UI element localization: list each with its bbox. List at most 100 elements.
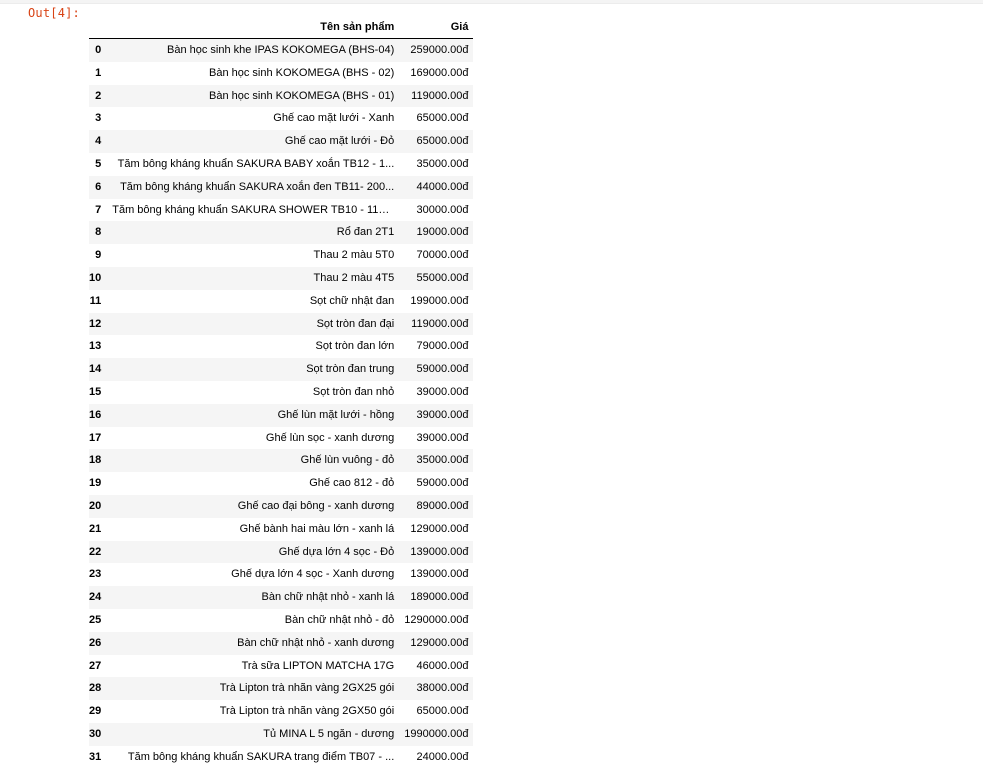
product-name-cell: Bàn chữ nhật nhỏ - đỏ — [284, 613, 395, 626]
product-name-cell: Ghế bành hai màu lớn - xanh lá — [239, 522, 395, 535]
price-cell: 139000.00đ — [410, 545, 469, 558]
table-row: 1 Bàn học sinh KOKOMEGA (BHS - 02) 169000.… — [89, 61, 474, 85]
table-row: 21 Ghế bành hai màu lớn - xanh lá 129000.0… — [89, 517, 474, 541]
row-index: 26 — [89, 636, 102, 649]
table-row: 14 Sọt tròn đan trung 59000.00đ — [89, 358, 474, 381]
table-row: 5 Tăm bông kháng khuẩn SAKURA BABY xoắn T… — [89, 152, 474, 176]
product-name-cell: Ghế cao 812 - đỏ — [309, 477, 395, 490]
product-name-cell: Trà Lipton trà nhãn vàng 2GX50 gói — [219, 705, 395, 718]
price-cell: 39000.00đ — [416, 408, 469, 421]
table-row: 26 Bàn chữ nhật nhỏ - xanh dương 129000.00… — [89, 631, 474, 655]
price-cell: 55000.00đ — [416, 271, 469, 284]
column-header-name: Tên sản phẩm — [107, 16, 400, 39]
row-index: 23 — [89, 568, 102, 581]
table-row: 13 Sọt tròn đan lớn 79000.00đ — [89, 335, 474, 359]
product-name-cell: Rổ đan 2T1 — [336, 226, 395, 239]
row-index: 31 — [89, 750, 102, 763]
table-row: 10 Thau 2 màu 4T5 55000.00đ — [89, 266, 474, 290]
product-name-cell: Tăm bông kháng khuẩn SAKURA BABY xoắn TB… — [117, 157, 395, 170]
table-row: 29 Trà Lipton trà nhãn vàng 2GX50 gói 6500… — [89, 700, 474, 723]
product-name-cell: Bàn chữ nhật nhỏ - xanh lá — [261, 591, 395, 604]
product-name-cell: Sọt tròn đan lớn — [315, 340, 395, 353]
product-name-cell: Thau 2 màu 5T0 — [313, 249, 395, 262]
row-index: 19 — [89, 477, 102, 490]
index-header — [89, 16, 108, 39]
price-cell: 44000.00đ — [416, 180, 469, 193]
table-row: 17 Ghế lùn sọc - xanh dương 39000.00đ — [89, 426, 474, 450]
row-index: 17 — [89, 431, 102, 444]
table-row: 6 Tăm bông kháng khuẩn SAKURA xoắn đen TB… — [89, 175, 474, 199]
price-cell: 65000.00đ — [416, 112, 469, 125]
row-index: 11 — [89, 294, 102, 307]
table-row: 9 Thau 2 màu 5T0 70000.00đ — [89, 244, 474, 267]
row-index: 3 — [95, 112, 102, 125]
row-index: 5 — [95, 157, 102, 170]
price-cell: 139000.00đ — [410, 568, 469, 581]
row-index: 1 — [95, 66, 102, 79]
product-name-cell: Thau 2 màu 4T5 — [313, 271, 395, 284]
table-row: 28 Trà Lipton trà nhãn vàng 2GX25 gói 3800… — [89, 677, 474, 701]
row-index: 24 — [89, 591, 102, 604]
price-cell: 189000.00đ — [410, 591, 469, 604]
row-index: 6 — [95, 180, 102, 193]
product-name-cell: Bàn học sinh khe IPAS KOKOMEGA (BHS-04) — [167, 44, 395, 56]
product-name-cell: Ghế cao mặt lưới - Xanh — [273, 112, 395, 125]
table-row: 7 Tăm bông kháng khuẩn SAKURA SHOWER TB10… — [89, 198, 474, 222]
table-row: 20 Ghế cao đại bông - xanh dương 89000.00đ — [89, 494, 474, 518]
row-index: 15 — [89, 385, 102, 398]
table-row: 12 Sọt tròn đan đại 119000.00đ — [89, 312, 474, 336]
product-name-cell: Trà sữa LIPTON MATCHA 17G — [241, 659, 395, 672]
price-cell: 79000.00đ — [416, 340, 469, 353]
price-cell: 39000.00đ — [416, 431, 469, 444]
table-row: 8 Rổ đan 2T1 19000.00đ — [89, 221, 474, 245]
row-index: 14 — [89, 363, 102, 376]
table-row: 30 Tủ MINA L 5 ngăn - dương 1990000.00đ — [89, 722, 474, 746]
price-cell: 199000.00đ — [410, 294, 469, 307]
product-name-cell: Bàn học sinh KOKOMEGA (BHS - 01) — [209, 89, 395, 102]
row-index: 9 — [95, 249, 102, 262]
product-name-cell: Sọt tròn đan nhỏ — [312, 385, 395, 398]
product-name-cell: Bàn học sinh KOKOMEGA (BHS - 02) — [209, 66, 395, 79]
table-row: 0 Bàn học sinh khe IPAS KOKOMEGA (BHS-04)… — [89, 38, 474, 62]
cell-output-area[interactable]: Tên sản phẩm Giá 0 Bàn học sinh khe IPAS … — [89, 16, 474, 769]
price-cell: 38000.00đ — [416, 682, 469, 695]
table-row: 15 Sọt tròn đan nhỏ 39000.00đ — [89, 380, 474, 404]
table-body: 0 Bàn học sinh khe IPAS KOKOMEGA (BHS-04)… — [89, 38, 474, 769]
product-name-cell: Trà Lipton trà nhãn vàng 2GX25 gói — [219, 682, 395, 695]
product-name-cell: Tăm bông kháng khuẩn SAKURA trang điểm T… — [127, 750, 395, 763]
table-row: 24 Bàn chữ nhật nhỏ - xanh lá 189000.00đ — [89, 586, 474, 609]
product-name-cell: Ghế cao mặt lưới - Đỏ — [284, 135, 395, 148]
row-index: 20 — [89, 499, 102, 512]
table-row: 18 Ghế lùn vuông - đỏ 35000.00đ — [89, 449, 474, 473]
row-index: 22 — [89, 545, 102, 558]
product-name-cell: Sọt tròn đan trung — [306, 363, 395, 376]
row-index: 12 — [89, 317, 102, 330]
row-index: 8 — [95, 226, 102, 239]
product-name-cell: Ghế dựa lớn 4 sọc - Đỏ — [278, 545, 395, 558]
row-index: 0 — [95, 44, 102, 56]
table-row: 4 Ghế cao mặt lưới - Đỏ 65000.00đ — [89, 130, 474, 153]
price-cell: 119000.00đ — [411, 89, 469, 102]
row-index: 16 — [89, 408, 102, 421]
row-index: 10 — [89, 271, 102, 284]
table-row: 27 Trà sữa LIPTON MATCHA 17G 46000.00đ — [89, 654, 474, 678]
row-index: 18 — [89, 454, 102, 467]
price-cell: 35000.00đ — [416, 157, 469, 170]
price-cell: 1990000.00đ — [404, 727, 469, 740]
table-row: 22 Ghế dựa lớn 4 sọc - Đỏ 139000.00đ — [89, 540, 474, 564]
price-cell: 59000.00đ — [416, 363, 469, 376]
row-index: 29 — [89, 705, 102, 718]
price-cell: 59000.00đ — [416, 477, 469, 490]
product-name-cell: Ghế dựa lớn 4 sọc - Xanh dương — [231, 568, 395, 581]
price-cell: 46000.00đ — [416, 659, 469, 672]
row-index: 21 — [89, 522, 102, 535]
header-row: Tên sản phẩm Giá — [89, 16, 474, 39]
output-prompt: Out[4]: — [28, 6, 80, 20]
table-header: Tên sản phẩm Giá — [89, 16, 474, 39]
product-name-cell: Ghế lùn vuông - đỏ — [300, 454, 395, 467]
product-name-cell: Ghế lùn mặt lưới - hồng — [277, 408, 395, 421]
row-index: 25 — [89, 613, 102, 626]
row-index: 13 — [89, 340, 102, 353]
price-cell: 65000.00đ — [416, 705, 469, 718]
row-index: 30 — [89, 727, 102, 740]
